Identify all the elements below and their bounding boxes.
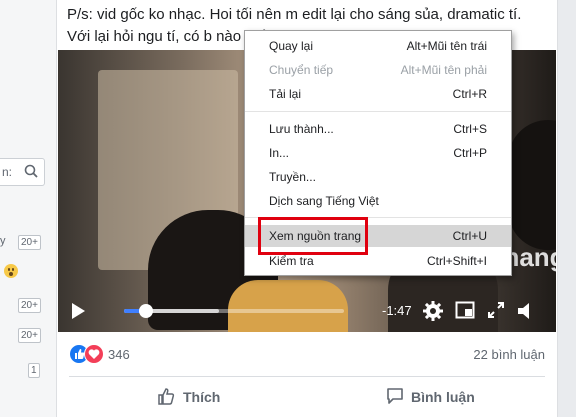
menu-separator xyxy=(245,111,511,112)
menu-item-shortcut: Ctrl+P xyxy=(453,146,487,160)
menu-item-label: Quay lại xyxy=(269,39,314,53)
play-icon[interactable] xyxy=(72,303,85,319)
menu-item-label: Truyền... xyxy=(269,170,316,184)
progress-bar[interactable] xyxy=(124,304,344,318)
menu-item-label: Lưu thành... xyxy=(269,122,334,136)
search-icon[interactable] xyxy=(24,164,38,178)
menu-item-label: In... xyxy=(269,146,290,160)
picture-in-picture-icon[interactable] xyxy=(455,300,475,320)
gear-icon[interactable] xyxy=(422,300,444,322)
wow-emoji-icon xyxy=(4,264,18,278)
menu-item-cast[interactable]: Truyền... xyxy=(245,166,511,188)
sidebar-count-badge: 20+ xyxy=(18,298,41,313)
comment-icon xyxy=(387,388,403,404)
left-sidebar: n: y 20+ 20+ 20+ 1 xyxy=(0,0,56,417)
divider xyxy=(69,376,545,377)
menu-item-print[interactable]: In... Ctrl+P xyxy=(245,142,511,164)
love-reaction-icon xyxy=(84,344,104,364)
menu-item-shortcut: Alt+Mũi tên phải xyxy=(400,63,487,77)
sidebar-search-input[interactable]: n: xyxy=(0,158,45,186)
comment-label: Bình luận xyxy=(411,389,475,405)
menu-item-label: Dịch sang Tiếng Việt xyxy=(269,194,379,208)
menu-item-shortcut: Alt+Mũi tên trái xyxy=(406,39,487,53)
sidebar-row-label: y xyxy=(0,235,6,247)
sidebar-count-badge: 20+ xyxy=(18,235,41,250)
comment-button[interactable]: Bình luận xyxy=(385,386,505,408)
sidebar-search-text: n: xyxy=(2,165,13,179)
menu-item-shortcut: Ctrl+R xyxy=(452,87,487,101)
menu-item-label: Kiểm tra xyxy=(269,254,314,268)
menu-item-shortcut: Ctrl+U xyxy=(452,229,487,243)
like-button[interactable]: Thích xyxy=(157,386,237,408)
menu-item-reload[interactable]: Tải lại Ctrl+R xyxy=(245,83,511,105)
highlight-annotation-box xyxy=(258,217,368,255)
menu-item-save-as[interactable]: Lưu thành... Ctrl+S xyxy=(245,118,511,140)
thumbs-up-icon xyxy=(158,388,175,405)
menu-item-translate[interactable]: Dịch sang Tiếng Việt xyxy=(245,190,511,212)
time-remaining: -1:47 xyxy=(382,303,412,318)
menu-item-label: Tải lại xyxy=(269,87,302,101)
comments-count-link[interactable]: 22 bình luận xyxy=(473,347,545,362)
menu-item-forward[interactable]: Chuyển tiếp Alt+Mũi tên phải xyxy=(245,59,511,81)
like-label: Thích xyxy=(183,389,221,405)
reaction-count: 346 xyxy=(108,347,130,362)
progress-knob[interactable] xyxy=(139,304,153,318)
fullscreen-icon[interactable] xyxy=(486,300,506,320)
volume-icon[interactable] xyxy=(516,300,536,322)
menu-item-label: Chuyển tiếp xyxy=(269,63,334,77)
menu-item-shortcut: Ctrl+Shift+I xyxy=(426,254,487,268)
video-controls: -1:47 xyxy=(58,290,556,332)
sidebar-count-badge: 1 xyxy=(28,363,40,378)
menu-item-back[interactable]: Quay lại Alt+Mũi tên trái xyxy=(245,35,511,57)
menu-item-shortcut: Ctrl+S xyxy=(453,122,487,136)
sidebar-count-badge: 20+ xyxy=(18,328,41,343)
